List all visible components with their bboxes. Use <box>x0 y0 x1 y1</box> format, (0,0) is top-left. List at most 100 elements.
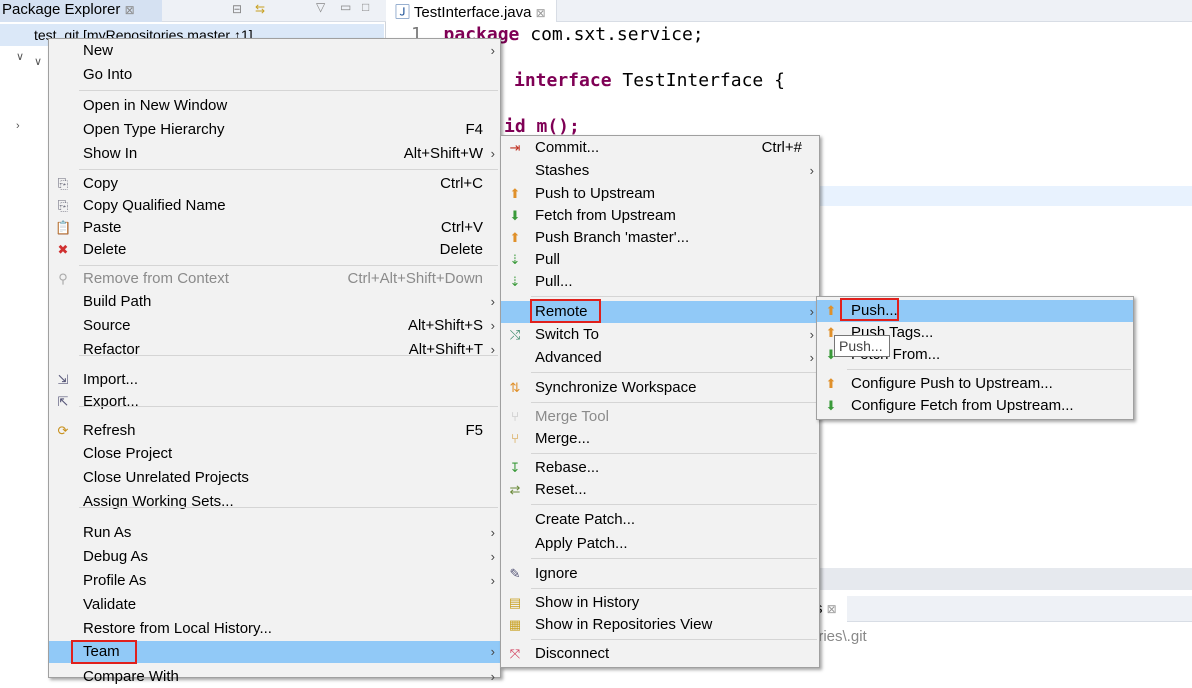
menu-item-run-as[interactable]: Run As › <box>49 522 500 544</box>
package-explorer-tabbar: Package Explorer ⊠ ⊟ ⇆ ▽ ▭ □ <box>0 0 386 22</box>
menu-item-label: Close Project <box>83 445 173 462</box>
menu-item-show-in[interactable]: Show In Alt+Shift+W › <box>49 143 500 165</box>
menu-item-label: Run As <box>83 524 132 541</box>
menu-item-push-branch-master[interactable]: ⬆ Push Branch 'master'... <box>501 227 819 249</box>
current-line-highlight <box>820 186 1192 206</box>
menu-separator <box>531 504 817 505</box>
editor-tabbar <box>557 0 1192 22</box>
menu-item-compare-with[interactable]: Compare With › <box>49 666 500 688</box>
menu-item-paste[interactable]: 📋 Paste Ctrl+V <box>49 217 500 239</box>
menu-item-pull[interactable]: ⇣ Pull... <box>501 271 819 293</box>
menu-item-apply-patch[interactable]: Apply Patch... <box>501 533 819 555</box>
menu-item-advanced[interactable]: Advanced › <box>501 347 819 369</box>
menu-item-reset[interactable]: ⇄ Reset... <box>501 479 819 501</box>
commit-icon: ⇥ <box>509 140 521 155</box>
menu-item-label: Copy Qualified Name <box>83 197 226 214</box>
menu-item-label: Stashes <box>535 162 590 179</box>
menu-item-label: Apply Patch... <box>535 535 628 552</box>
menu-item-show-in-repositories-view[interactable]: ▦ Show in Repositories View <box>501 614 819 636</box>
minimize-icon[interactable]: ▭ <box>340 0 351 14</box>
menu-item-synchronize-workspace[interactable]: ⇅ Synchronize Workspace <box>501 377 819 399</box>
menu-item-create-patch[interactable]: Create Patch... <box>501 509 819 531</box>
menu-item-label: Push Branch 'master'... <box>535 229 690 246</box>
menu-item-new[interactable]: New › <box>49 40 500 62</box>
menu-item-disconnect[interactable]: ⤧ Disconnect <box>501 643 819 665</box>
menu-item-restore-from-local-history[interactable]: Restore from Local History... <box>49 618 500 640</box>
menu-item-shortcut: Alt+Shift+W <box>403 145 483 162</box>
menu-item-copy[interactable]: ⎘ Copy Ctrl+C <box>49 173 500 195</box>
menu-item-ignore[interactable]: ✎ Ignore <box>501 563 819 585</box>
menu-item-label: Configure Fetch from Upstream... <box>851 397 1074 414</box>
chevron-down-icon[interactable]: ∨ <box>34 55 42 68</box>
menu-item-refresh[interactable]: ⟳ Refresh F5 <box>49 420 500 442</box>
link-editor-icon[interactable]: ⇆ <box>255 2 265 16</box>
menu-item-stashes[interactable]: Stashes › <box>501 160 819 182</box>
code-line[interactable]: interface TestInterface { <box>514 70 785 91</box>
configure-fetch-icon: ⬇ <box>825 398 837 413</box>
menu-item-open-type-hierarchy[interactable]: Open Type Hierarchy F4 <box>49 119 500 141</box>
menu-item-label: Open in New Window <box>83 97 228 114</box>
menu-item-label: Debug As <box>83 548 149 565</box>
menu-item-shortcut: Ctrl+V <box>440 219 483 236</box>
configure-push-icon: ⬆ <box>825 376 837 391</box>
menu-item-delete[interactable]: ✖ Delete Delete <box>49 239 500 261</box>
collapse-all-icon[interactable]: ⊟ <box>232 2 242 16</box>
close-icon[interactable]: ⊠ <box>536 6 546 20</box>
menu-item-validate[interactable]: Validate <box>49 594 500 616</box>
maximize-icon[interactable]: □ <box>362 0 369 14</box>
menu-separator <box>531 402 817 403</box>
chevron-right-icon[interactable]: › <box>16 120 20 132</box>
menu-item-show-in-history[interactable]: ▤ Show in History <box>501 592 819 614</box>
menu-separator <box>531 588 817 589</box>
package-explorer-tab[interactable]: Package Explorer ⊠ <box>0 0 162 22</box>
editor-tab[interactable]: 🄹 TestInterface.java ⊠ <box>387 0 557 22</box>
menu-item-go-into[interactable]: Go Into <box>49 64 500 86</box>
menu-item-profile-as[interactable]: Profile As › <box>49 570 500 592</box>
code-text: id m(); <box>504 116 580 137</box>
menu-item-fetch-from-upstream[interactable]: ⬇ Fetch from Upstream <box>501 205 819 227</box>
menu-item-export[interactable]: ⇱ Export... <box>49 391 500 413</box>
menu-item-merge-tool[interactable]: ⑂ Merge Tool <box>501 406 819 428</box>
menu-item-configure-push-to-upstream[interactable]: ⬆ Configure Push to Upstream... <box>817 373 1133 395</box>
close-icon[interactable]: ⊠ <box>827 602 837 616</box>
menu-item-label: Go Into <box>83 66 133 83</box>
chevron-down-icon[interactable]: ∨ <box>16 50 24 63</box>
chevron-right-icon: › <box>809 304 814 319</box>
team-submenu: ⇥ Commit... Ctrl+# Stashes › ⬆ Push to Upstrea… <box>500 135 820 668</box>
menu-item-push-to-upstream[interactable]: ⬆ Push to Upstream <box>501 183 819 205</box>
chevron-right-icon: › <box>490 573 495 588</box>
menu-item-commit[interactable]: ⇥ Commit... Ctrl+# <box>501 137 819 159</box>
menu-item-open-in-new-window[interactable]: Open in New Window <box>49 95 500 117</box>
menu-item-label: Merge Tool <box>535 408 609 425</box>
package-explorer-tab-label: Package Explorer <box>2 1 121 18</box>
menu-item-copy-qualified-name[interactable]: ⎘ Copy Qualified Name <box>49 195 500 217</box>
paste-icon: 📋 <box>55 220 72 235</box>
java-file-icon: 🄹 <box>395 4 411 21</box>
menu-item-close-unrelated-projects[interactable]: Close Unrelated Projects <box>49 467 500 489</box>
push-highlight-box <box>840 298 899 321</box>
view-menu-icon[interactable]: ▽ <box>316 0 325 14</box>
menu-item-label: Rebase... <box>535 459 600 476</box>
menu-item-switch-to[interactable]: ⤭ Switch To › <box>501 324 819 346</box>
menu-separator <box>79 507 498 508</box>
menu-item-label: Close Unrelated Projects <box>83 469 249 486</box>
menu-item-merge[interactable]: ⑂ Merge... <box>501 428 819 450</box>
menu-separator <box>531 639 817 640</box>
menu-item-remove-from-context[interactable]: ⚲ Remove from Context Ctrl+Alt+Shift+Down <box>49 268 500 290</box>
menu-item-source[interactable]: Source Alt+Shift+S › <box>49 315 500 337</box>
menu-item-import[interactable]: ⇲ Import... <box>49 369 500 391</box>
chevron-right-icon: › <box>809 327 814 342</box>
menu-item-refactor[interactable]: Refactor Alt+Shift+T › <box>49 339 500 361</box>
remote-highlight-box <box>530 299 601 323</box>
close-icon[interactable]: ⊠ <box>125 3 135 17</box>
code-line[interactable]: id m(); <box>504 116 580 137</box>
menu-item-close-project[interactable]: Close Project <box>49 443 500 465</box>
menu-item-configure-fetch-from-upstream[interactable]: ⬇ Configure Fetch from Upstream... <box>817 395 1133 417</box>
menu-item-assign-working-sets[interactable]: Assign Working Sets... <box>49 491 500 513</box>
menu-item-pull[interactable]: ⇣ Pull <box>501 249 819 271</box>
menu-item-rebase[interactable]: ↧ Rebase... <box>501 457 819 479</box>
menu-item-build-path[interactable]: Build Path › <box>49 291 500 313</box>
menu-item-shortcut: Ctrl+C <box>440 175 483 192</box>
menu-item-label: Assign Working Sets... <box>83 493 234 510</box>
menu-item-debug-as[interactable]: Debug As › <box>49 546 500 568</box>
